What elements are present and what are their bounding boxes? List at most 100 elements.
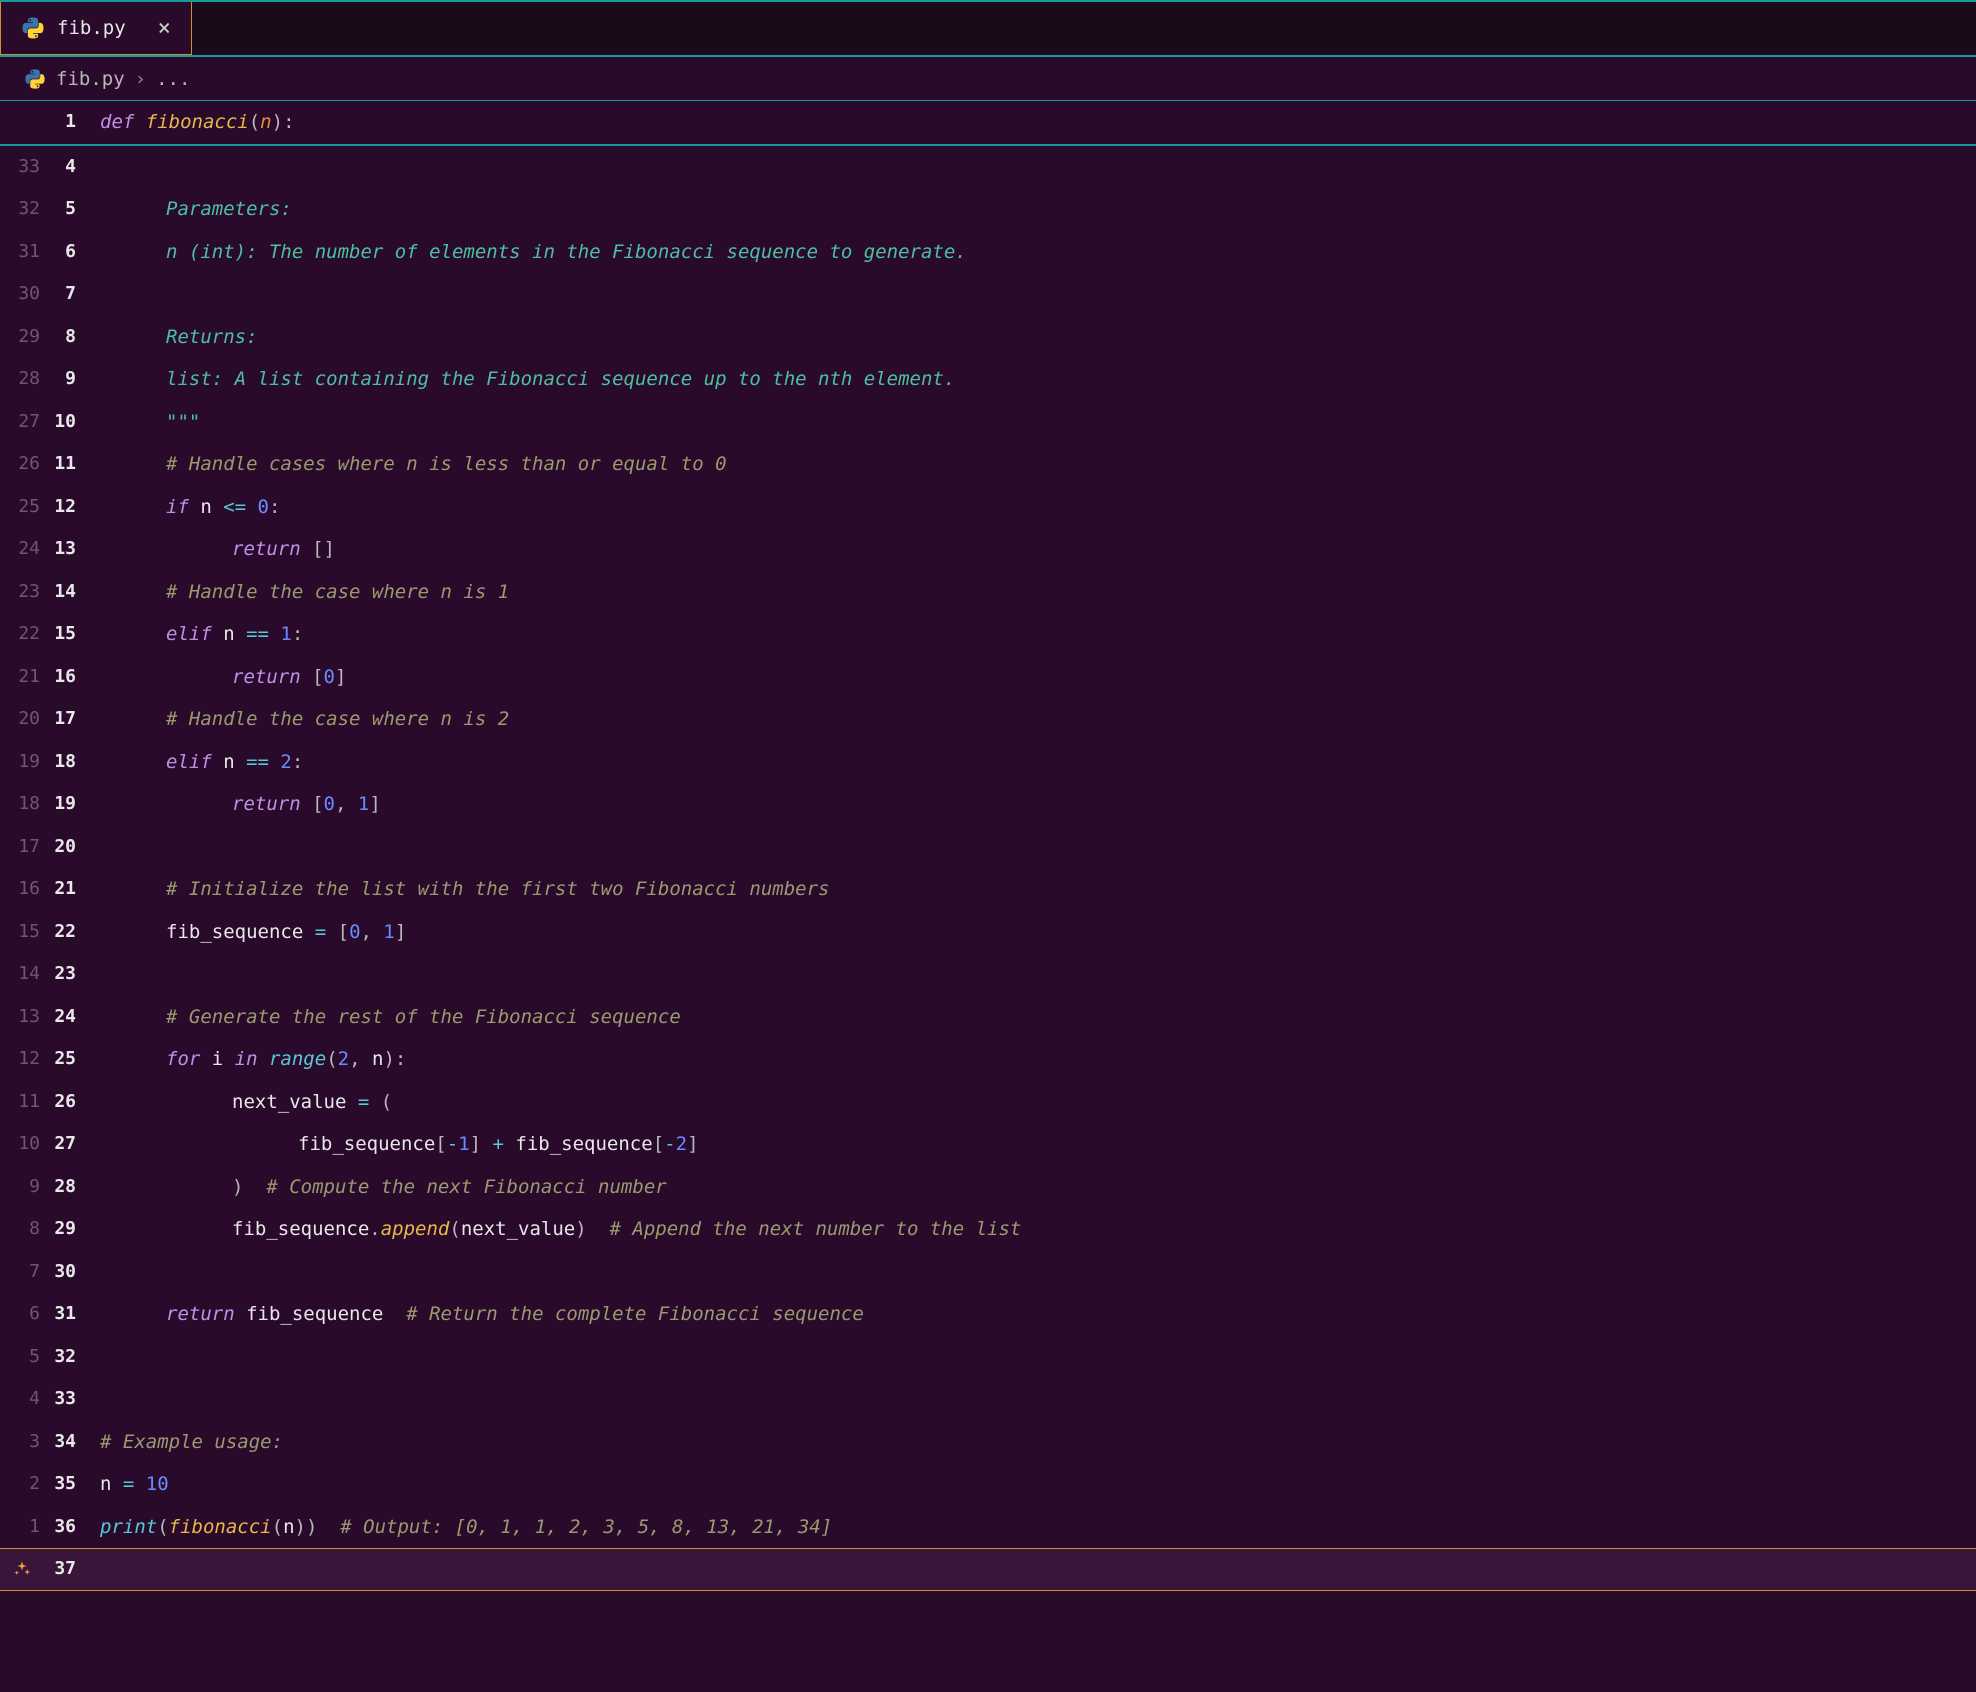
sticky-scroll-header[interactable]: 1 def fibonacci(n): xyxy=(0,100,1976,146)
code-line[interactable]: 14 23 xyxy=(0,953,1976,996)
relative-line-number: 24 xyxy=(0,528,44,571)
relative-line-number: 17 xyxy=(0,826,44,869)
relative-line-number: 3 xyxy=(0,1421,44,1464)
cursor-line[interactable]: 37 xyxy=(0,1548,1976,1591)
code-content: """ xyxy=(100,401,1976,444)
relative-line-number: 25 xyxy=(0,486,44,529)
relative-line-number: 1 xyxy=(0,1506,44,1549)
sparkle-icon xyxy=(0,1560,44,1578)
close-icon[interactable]: × xyxy=(158,16,171,41)
code-content: ) # Compute the next Fibonacci number xyxy=(100,1166,1976,1209)
code-content xyxy=(100,273,1976,316)
code-line[interactable]: 1 36 print(fibonacci(n)) # Output: [0, 1… xyxy=(0,1506,1976,1549)
code-line[interactable]: 21 16 return [0] xyxy=(0,656,1976,699)
python-icon xyxy=(24,68,46,90)
code-line[interactable]: 23 14 # Handle the case where n is 1 xyxy=(0,571,1976,614)
tab-filename: fib.py xyxy=(57,17,126,39)
line-number: 17 xyxy=(44,698,100,741)
line-number: 20 xyxy=(44,826,100,869)
relative-line-number: 20 xyxy=(0,698,44,741)
code-line[interactable]: 29 8 Returns: xyxy=(0,316,1976,359)
breadcrumb-separator: › xyxy=(135,68,146,90)
relative-line-number: 18 xyxy=(0,783,44,826)
relative-line-number: 9 xyxy=(0,1166,44,1209)
code-line[interactable]: 18 19 return [0, 1] xyxy=(0,783,1976,826)
line-number: 12 xyxy=(44,486,100,529)
breadcrumb-symbol: ... xyxy=(156,68,190,90)
code-content: # Generate the rest of the Fibonacci seq… xyxy=(100,996,1976,1039)
code-content: fib_sequence[-1] + fib_sequence[-2] xyxy=(100,1123,1976,1166)
relative-line-number: 6 xyxy=(0,1293,44,1336)
code-content: # Example usage: xyxy=(100,1421,1976,1464)
code-content: return [] xyxy=(100,528,1976,571)
relative-line-number: 13 xyxy=(0,996,44,1039)
line-number: 13 xyxy=(44,528,100,571)
code-line[interactable]: 11 26 next_value = ( xyxy=(0,1081,1976,1124)
relative-line-number: 30 xyxy=(0,273,44,316)
code-line[interactable]: 25 12 if n <= 0: xyxy=(0,486,1976,529)
line-number: 28 xyxy=(44,1166,100,1209)
editor-area[interactable]: 33 4 32 5 Parameters: 31 6 n (int): The … xyxy=(0,146,1976,1591)
code-line[interactable]: 8 29 fib_sequence.append(next_value) # A… xyxy=(0,1208,1976,1251)
code-line[interactable]: 9 28 ) # Compute the next Fibonacci numb… xyxy=(0,1166,1976,1209)
code-content: return fib_sequence # Return the complet… xyxy=(100,1293,1976,1336)
line-number: 25 xyxy=(44,1038,100,1081)
breadcrumb-file: fib.py xyxy=(56,68,125,90)
code-line[interactable]: 17 20 xyxy=(0,826,1976,869)
code-line[interactable]: 15 22 fib_sequence = [0, 1] xyxy=(0,911,1976,954)
code-line[interactable]: 5 32 xyxy=(0,1336,1976,1379)
code-line[interactable]: 28 9 list: A list containing the Fibonac… xyxy=(0,358,1976,401)
code-line[interactable]: 32 5 Parameters: xyxy=(0,188,1976,231)
code-content: n = 10 xyxy=(100,1463,1976,1506)
code-line[interactable]: 12 25 for i in range(2, n): xyxy=(0,1038,1976,1081)
code-line[interactable]: 22 15 elif n == 1: xyxy=(0,613,1976,656)
code-line[interactable]: 10 27 fib_sequence[-1] + fib_sequence[-2… xyxy=(0,1123,1976,1166)
code-content: Returns: xyxy=(100,316,1976,359)
code-line[interactable]: 26 11 # Handle cases where n is less tha… xyxy=(0,443,1976,486)
line-number: 9 xyxy=(44,358,100,401)
line-number: 7 xyxy=(44,273,100,316)
line-number: 8 xyxy=(44,316,100,359)
code-line[interactable]: 16 21 # Initialize the list with the fir… xyxy=(0,868,1976,911)
relative-line-number: 4 xyxy=(0,1378,44,1421)
tab-bar: fib.py × xyxy=(0,0,1976,55)
line-number: 18 xyxy=(44,741,100,784)
relative-line-number: 28 xyxy=(0,358,44,401)
code-line[interactable]: 27 10 """ xyxy=(0,401,1976,444)
code-content: elif n == 1: xyxy=(100,613,1976,656)
code-content: # Handle the case where n is 2 xyxy=(100,698,1976,741)
relative-line-number: 7 xyxy=(0,1251,44,1294)
code-line[interactable]: 3 34 # Example usage: xyxy=(0,1421,1976,1464)
line-number: 4 xyxy=(44,146,100,189)
code-line[interactable]: 7 30 xyxy=(0,1251,1976,1294)
code-line[interactable]: 33 4 xyxy=(0,146,1976,189)
tab-fib-py[interactable]: fib.py × xyxy=(0,2,192,55)
code-content: return [0, 1] xyxy=(100,783,1976,826)
line-number: 11 xyxy=(44,443,100,486)
code-line[interactable]: 2 35 n = 10 xyxy=(0,1463,1976,1506)
line-number: 16 xyxy=(44,656,100,699)
line-number: 5 xyxy=(44,188,100,231)
line-number: 19 xyxy=(44,783,100,826)
code-content: def fibonacci(n): xyxy=(100,101,1976,144)
line-number: 15 xyxy=(44,613,100,656)
code-line[interactable]: 20 17 # Handle the case where n is 2 xyxy=(0,698,1976,741)
code-line[interactable]: 6 31 return fib_sequence # Return the co… xyxy=(0,1293,1976,1336)
code-line[interactable]: 30 7 xyxy=(0,273,1976,316)
line-number: 35 xyxy=(44,1463,100,1506)
breadcrumb[interactable]: fib.py › ... xyxy=(0,55,1976,100)
line-number: 26 xyxy=(44,1081,100,1124)
code-line[interactable]: 13 24 # Generate the rest of the Fibonac… xyxy=(0,996,1976,1039)
line-number: 31 xyxy=(44,1293,100,1336)
line-number: 36 xyxy=(44,1506,100,1549)
relative-line-number: 12 xyxy=(0,1038,44,1081)
code-line[interactable]: 19 18 elif n == 2: xyxy=(0,741,1976,784)
code-line[interactable]: 24 13 return [] xyxy=(0,528,1976,571)
relative-line-number: 2 xyxy=(0,1463,44,1506)
code-line[interactable]: 4 33 xyxy=(0,1378,1976,1421)
line-number: 22 xyxy=(44,911,100,954)
relative-line-number: 23 xyxy=(0,571,44,614)
code-line[interactable]: 31 6 n (int): The number of elements in … xyxy=(0,231,1976,274)
line-number: 34 xyxy=(44,1421,100,1464)
relative-line-number: 5 xyxy=(0,1336,44,1379)
